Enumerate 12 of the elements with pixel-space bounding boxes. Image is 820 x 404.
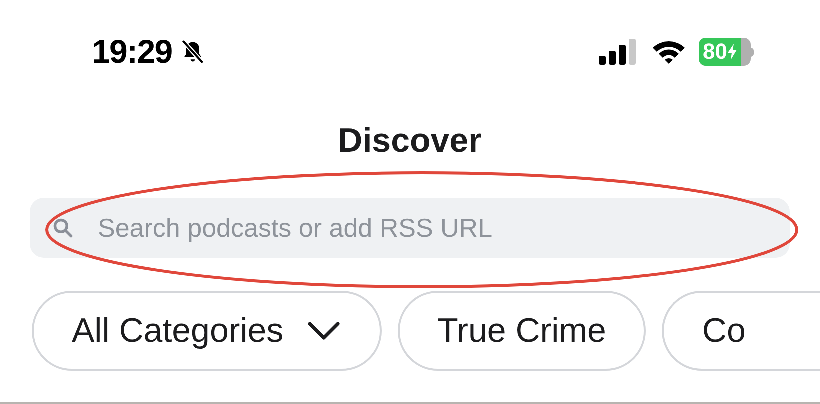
clock-time: 19:29 bbox=[92, 32, 172, 72]
search-field[interactable]: Search podcasts or add RSS URL bbox=[30, 198, 790, 258]
wifi-icon bbox=[651, 39, 687, 65]
bolt-icon bbox=[728, 44, 738, 60]
category-chip[interactable]: True Crime bbox=[398, 291, 646, 371]
category-chip[interactable]: Co bbox=[662, 291, 820, 371]
search-icon bbox=[52, 217, 74, 239]
page-title: Discover bbox=[338, 120, 482, 162]
battery-indicator: 80 bbox=[699, 38, 754, 66]
chevron-down-icon bbox=[308, 322, 340, 340]
category-dropdown[interactable]: All Categories bbox=[32, 291, 382, 371]
signal-icon bbox=[599, 39, 639, 65]
